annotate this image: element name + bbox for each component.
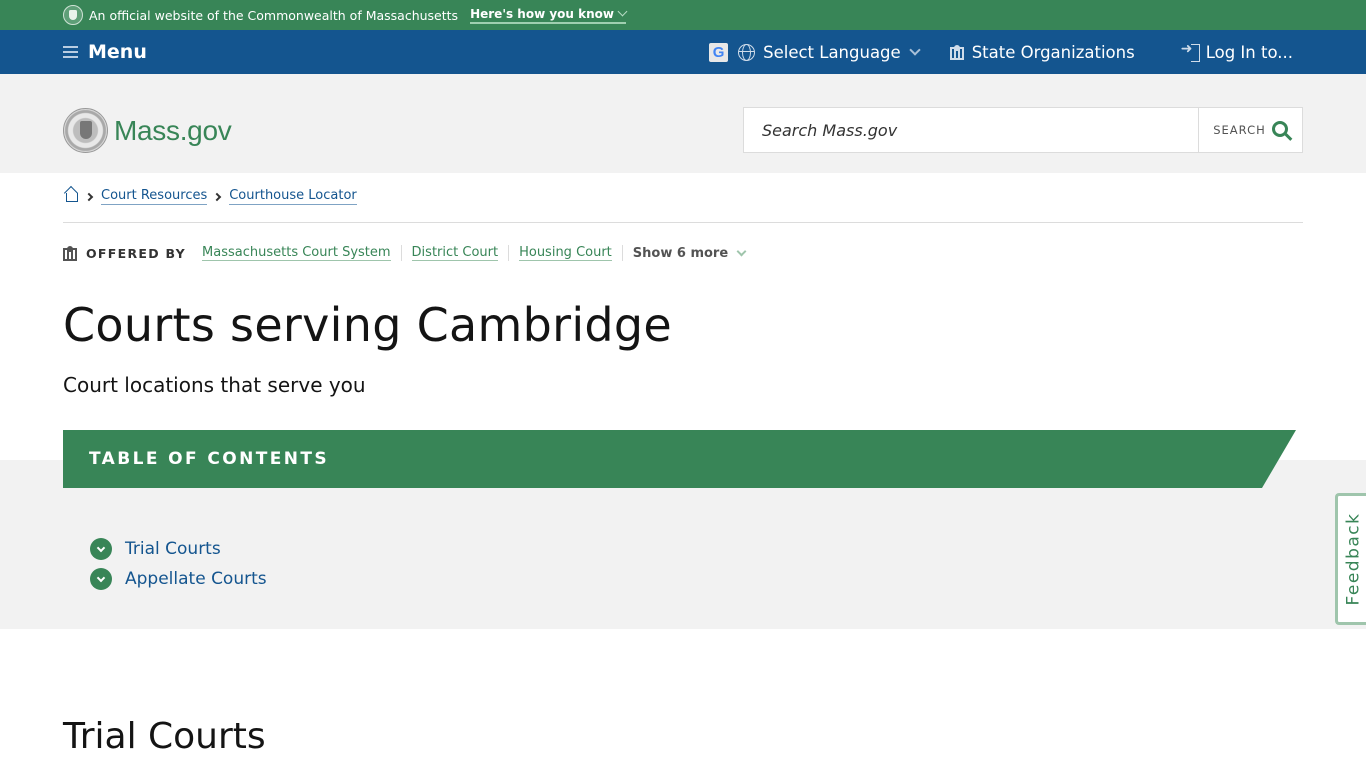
breadcrumb-home[interactable]: [63, 189, 79, 205]
breadcrumb-court-resources[interactable]: Court Resources: [101, 188, 208, 205]
official-banner: An official website of the Commonwealth …: [0, 0, 1366, 30]
page-subtitle: Court locations that serve you: [63, 373, 366, 397]
menu-label: Menu: [88, 41, 147, 63]
language-label: Select Language: [763, 42, 901, 62]
toc-item-appellate-courts[interactable]: Appellate Courts: [90, 564, 267, 594]
separator: [508, 245, 510, 261]
divider: [63, 222, 1303, 223]
show-more-button[interactable]: Show 6 more: [632, 245, 747, 261]
login-icon: [1181, 41, 1200, 62]
mass-gov-logo-link[interactable]: Mass.gov: [63, 108, 232, 153]
section-title-trial-courts: Trial Courts: [63, 716, 266, 757]
search-button[interactable]: SEARCH: [1198, 108, 1302, 152]
chevron-down-circle-icon: [90, 568, 112, 590]
toc-header: TABLE OF CONTENTS: [63, 430, 1296, 488]
site-header: Mass.gov SEARCH: [0, 74, 1366, 173]
official-text: An official website of the Commonwealth …: [89, 7, 459, 23]
offered-by-label: OFFERED BY: [86, 245, 187, 261]
home-icon: [63, 187, 79, 202]
breadcrumb: Court Resources Courthouse Locator: [63, 188, 357, 205]
toc-title: TABLE OF CONTENTS: [89, 449, 329, 469]
search-form: SEARCH: [743, 107, 1303, 153]
org-link-housing-court[interactable]: Housing Court: [519, 245, 612, 261]
how-link-label: Here's how you know: [470, 6, 615, 21]
separator: [621, 245, 623, 261]
login-label: Log In to...: [1205, 42, 1293, 62]
search-input[interactable]: [744, 108, 1198, 152]
state-seal-icon: [63, 108, 108, 153]
feedback-tab[interactable]: Feedback: [1335, 493, 1366, 625]
login-button[interactable]: Log In to...: [1181, 41, 1293, 62]
org-link-court-system[interactable]: Massachusetts Court System: [202, 245, 391, 261]
chevron-right-icon: [84, 192, 94, 201]
offered-by: OFFERED BY Massachusetts Court System Di…: [63, 245, 747, 261]
chevron-down-icon: [617, 6, 628, 17]
separator: [400, 245, 402, 261]
search-button-label: SEARCH: [1213, 123, 1266, 137]
show-more-label: Show 6 more: [632, 245, 729, 261]
nav-bar: Menu G Select Language State Organizatio…: [0, 30, 1366, 74]
chevron-down-icon: [736, 246, 747, 256]
page-title: Courts serving Cambridge: [63, 298, 673, 352]
heres-how-you-know-link[interactable]: Here's how you know: [470, 6, 628, 24]
feedback-label: Feedback: [1343, 512, 1364, 606]
chevron-down-circle-icon: [90, 538, 112, 560]
search-icon: [1271, 120, 1288, 137]
chevron-down-icon: [909, 43, 921, 56]
toc-item-trial-courts[interactable]: Trial Courts: [90, 534, 267, 564]
hamburger-icon: [63, 46, 78, 58]
building-icon: [949, 44, 964, 60]
chevron-right-icon: [212, 192, 222, 201]
state-organizations-button[interactable]: State Organizations: [949, 42, 1135, 62]
state-seal-icon: [63, 5, 83, 25]
select-language-button[interactable]: Select Language: [738, 42, 921, 62]
breadcrumb-courthouse-locator[interactable]: Courthouse Locator: [229, 188, 357, 205]
globe-icon: [738, 43, 756, 61]
toc-list: Trial Courts Appellate Courts: [90, 534, 267, 594]
capitol-building-icon: [63, 245, 78, 261]
orgs-label: State Organizations: [971, 42, 1135, 62]
google-translate-icon: G: [709, 42, 729, 62]
menu-button[interactable]: Menu: [63, 41, 147, 63]
toc-item-label: Trial Courts: [125, 539, 221, 559]
org-link-district-court[interactable]: District Court: [411, 245, 499, 261]
toc-item-label: Appellate Courts: [125, 569, 267, 589]
logo-text: Mass.gov: [114, 114, 232, 146]
